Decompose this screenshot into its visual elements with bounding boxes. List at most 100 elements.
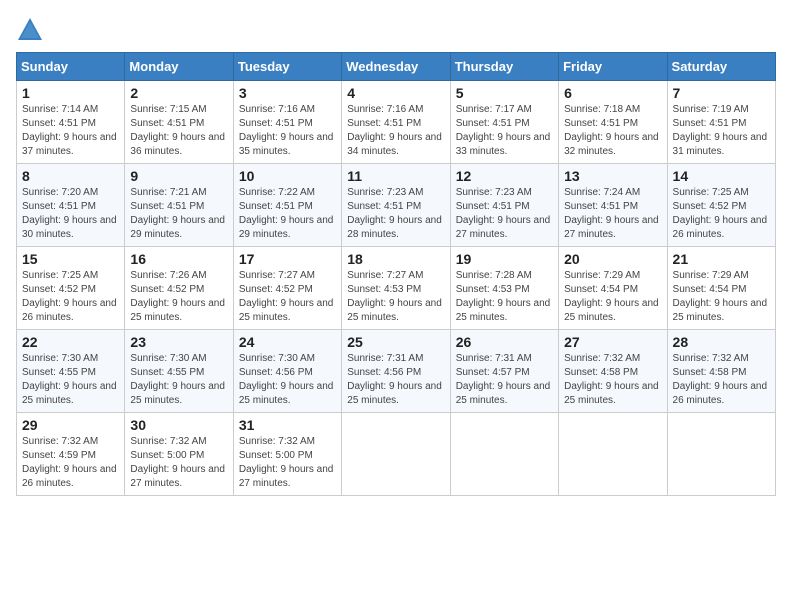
- calendar-day-2: 2 Sunrise: 7:15 AM Sunset: 4:51 PM Dayli…: [125, 81, 233, 164]
- day-info: Sunrise: 7:14 AM Sunset: 4:51 PM Dayligh…: [22, 104, 117, 157]
- calendar-day-31: 31 Sunrise: 7:32 AM Sunset: 5:00 PM Dayl…: [233, 413, 341, 496]
- day-info: Sunrise: 7:24 AM Sunset: 4:51 PM Dayligh…: [564, 187, 659, 240]
- calendar-day-27: 27 Sunrise: 7:32 AM Sunset: 4:58 PM Dayl…: [559, 330, 667, 413]
- day-number: 8: [22, 168, 119, 184]
- day-number: 10: [239, 168, 336, 184]
- empty-cell: [559, 413, 667, 496]
- calendar-day-30: 30 Sunrise: 7:32 AM Sunset: 5:00 PM Dayl…: [125, 413, 233, 496]
- calendar-day-25: 25 Sunrise: 7:31 AM Sunset: 4:56 PM Dayl…: [342, 330, 450, 413]
- day-info: Sunrise: 7:29 AM Sunset: 4:54 PM Dayligh…: [564, 270, 659, 323]
- day-info: Sunrise: 7:23 AM Sunset: 4:51 PM Dayligh…: [456, 187, 551, 240]
- calendar-day-1: 1 Sunrise: 7:14 AM Sunset: 4:51 PM Dayli…: [17, 81, 125, 164]
- calendar-day-29: 29 Sunrise: 7:32 AM Sunset: 4:59 PM Dayl…: [17, 413, 125, 496]
- calendar-week-5: 29 Sunrise: 7:32 AM Sunset: 4:59 PM Dayl…: [17, 413, 776, 496]
- day-number: 15: [22, 251, 119, 267]
- calendar-day-26: 26 Sunrise: 7:31 AM Sunset: 4:57 PM Dayl…: [450, 330, 558, 413]
- calendar-day-15: 15 Sunrise: 7:25 AM Sunset: 4:52 PM Dayl…: [17, 247, 125, 330]
- day-number: 2: [130, 85, 227, 101]
- day-info: Sunrise: 7:20 AM Sunset: 4:51 PM Dayligh…: [22, 187, 117, 240]
- day-number: 30: [130, 417, 227, 433]
- day-info: Sunrise: 7:22 AM Sunset: 4:51 PM Dayligh…: [239, 187, 334, 240]
- day-info: Sunrise: 7:26 AM Sunset: 4:52 PM Dayligh…: [130, 270, 225, 323]
- calendar-day-22: 22 Sunrise: 7:30 AM Sunset: 4:55 PM Dayl…: [17, 330, 125, 413]
- calendar-header-sunday: Sunday: [17, 53, 125, 81]
- day-number: 28: [673, 334, 770, 350]
- calendar-day-3: 3 Sunrise: 7:16 AM Sunset: 4:51 PM Dayli…: [233, 81, 341, 164]
- day-info: Sunrise: 7:30 AM Sunset: 4:55 PM Dayligh…: [130, 353, 225, 406]
- empty-cell: [450, 413, 558, 496]
- day-info: Sunrise: 7:30 AM Sunset: 4:56 PM Dayligh…: [239, 353, 334, 406]
- calendar-week-1: 1 Sunrise: 7:14 AM Sunset: 4:51 PM Dayli…: [17, 81, 776, 164]
- calendar-day-13: 13 Sunrise: 7:24 AM Sunset: 4:51 PM Dayl…: [559, 164, 667, 247]
- day-number: 20: [564, 251, 661, 267]
- day-info: Sunrise: 7:27 AM Sunset: 4:52 PM Dayligh…: [239, 270, 334, 323]
- calendar-week-3: 15 Sunrise: 7:25 AM Sunset: 4:52 PM Dayl…: [17, 247, 776, 330]
- empty-cell: [342, 413, 450, 496]
- day-number: 31: [239, 417, 336, 433]
- calendar-day-12: 12 Sunrise: 7:23 AM Sunset: 4:51 PM Dayl…: [450, 164, 558, 247]
- day-info: Sunrise: 7:30 AM Sunset: 4:55 PM Dayligh…: [22, 353, 117, 406]
- day-info: Sunrise: 7:31 AM Sunset: 4:56 PM Dayligh…: [347, 353, 442, 406]
- calendar-day-14: 14 Sunrise: 7:25 AM Sunset: 4:52 PM Dayl…: [667, 164, 775, 247]
- day-number: 6: [564, 85, 661, 101]
- calendar-day-9: 9 Sunrise: 7:21 AM Sunset: 4:51 PM Dayli…: [125, 164, 233, 247]
- day-info: Sunrise: 7:18 AM Sunset: 4:51 PM Dayligh…: [564, 104, 659, 157]
- calendar-header-wednesday: Wednesday: [342, 53, 450, 81]
- day-number: 9: [130, 168, 227, 184]
- calendar-header-saturday: Saturday: [667, 53, 775, 81]
- calendar-day-21: 21 Sunrise: 7:29 AM Sunset: 4:54 PM Dayl…: [667, 247, 775, 330]
- day-info: Sunrise: 7:16 AM Sunset: 4:51 PM Dayligh…: [239, 104, 334, 157]
- calendar-day-10: 10 Sunrise: 7:22 AM Sunset: 4:51 PM Dayl…: [233, 164, 341, 247]
- day-number: 14: [673, 168, 770, 184]
- day-number: 7: [673, 85, 770, 101]
- day-number: 18: [347, 251, 444, 267]
- day-number: 19: [456, 251, 553, 267]
- day-info: Sunrise: 7:15 AM Sunset: 4:51 PM Dayligh…: [130, 104, 225, 157]
- calendar-day-16: 16 Sunrise: 7:26 AM Sunset: 4:52 PM Dayl…: [125, 247, 233, 330]
- day-number: 3: [239, 85, 336, 101]
- day-info: Sunrise: 7:32 AM Sunset: 4:58 PM Dayligh…: [673, 353, 768, 406]
- day-number: 4: [347, 85, 444, 101]
- day-number: 23: [130, 334, 227, 350]
- day-info: Sunrise: 7:31 AM Sunset: 4:57 PM Dayligh…: [456, 353, 551, 406]
- day-number: 24: [239, 334, 336, 350]
- calendar-day-23: 23 Sunrise: 7:30 AM Sunset: 4:55 PM Dayl…: [125, 330, 233, 413]
- day-number: 1: [22, 85, 119, 101]
- day-info: Sunrise: 7:32 AM Sunset: 5:00 PM Dayligh…: [239, 436, 334, 489]
- calendar-header-row: SundayMondayTuesdayWednesdayThursdayFrid…: [17, 53, 776, 81]
- day-info: Sunrise: 7:32 AM Sunset: 4:58 PM Dayligh…: [564, 353, 659, 406]
- calendar-day-4: 4 Sunrise: 7:16 AM Sunset: 4:51 PM Dayli…: [342, 81, 450, 164]
- calendar-day-7: 7 Sunrise: 7:19 AM Sunset: 4:51 PM Dayli…: [667, 81, 775, 164]
- day-info: Sunrise: 7:19 AM Sunset: 4:51 PM Dayligh…: [673, 104, 768, 157]
- calendar-day-5: 5 Sunrise: 7:17 AM Sunset: 4:51 PM Dayli…: [450, 81, 558, 164]
- day-number: 16: [130, 251, 227, 267]
- calendar-header-thursday: Thursday: [450, 53, 558, 81]
- day-number: 27: [564, 334, 661, 350]
- day-number: 17: [239, 251, 336, 267]
- calendar-day-28: 28 Sunrise: 7:32 AM Sunset: 4:58 PM Dayl…: [667, 330, 775, 413]
- calendar-day-8: 8 Sunrise: 7:20 AM Sunset: 4:51 PM Dayli…: [17, 164, 125, 247]
- logo: [16, 16, 48, 44]
- calendar-day-20: 20 Sunrise: 7:29 AM Sunset: 4:54 PM Dayl…: [559, 247, 667, 330]
- day-number: 29: [22, 417, 119, 433]
- calendar-week-4: 22 Sunrise: 7:30 AM Sunset: 4:55 PM Dayl…: [17, 330, 776, 413]
- calendar-header-monday: Monday: [125, 53, 233, 81]
- calendar-day-19: 19 Sunrise: 7:28 AM Sunset: 4:53 PM Dayl…: [450, 247, 558, 330]
- day-info: Sunrise: 7:17 AM Sunset: 4:51 PM Dayligh…: [456, 104, 551, 157]
- calendar-week-2: 8 Sunrise: 7:20 AM Sunset: 4:51 PM Dayli…: [17, 164, 776, 247]
- day-info: Sunrise: 7:16 AM Sunset: 4:51 PM Dayligh…: [347, 104, 442, 157]
- calendar-day-18: 18 Sunrise: 7:27 AM Sunset: 4:53 PM Dayl…: [342, 247, 450, 330]
- day-number: 21: [673, 251, 770, 267]
- calendar-day-24: 24 Sunrise: 7:30 AM Sunset: 4:56 PM Dayl…: [233, 330, 341, 413]
- day-info: Sunrise: 7:32 AM Sunset: 5:00 PM Dayligh…: [130, 436, 225, 489]
- day-number: 5: [456, 85, 553, 101]
- day-number: 22: [22, 334, 119, 350]
- day-info: Sunrise: 7:27 AM Sunset: 4:53 PM Dayligh…: [347, 270, 442, 323]
- header: [16, 16, 776, 44]
- day-number: 13: [564, 168, 661, 184]
- day-info: Sunrise: 7:28 AM Sunset: 4:53 PM Dayligh…: [456, 270, 551, 323]
- logo-icon: [16, 16, 44, 44]
- day-info: Sunrise: 7:25 AM Sunset: 4:52 PM Dayligh…: [673, 187, 768, 240]
- day-number: 12: [456, 168, 553, 184]
- day-info: Sunrise: 7:25 AM Sunset: 4:52 PM Dayligh…: [22, 270, 117, 323]
